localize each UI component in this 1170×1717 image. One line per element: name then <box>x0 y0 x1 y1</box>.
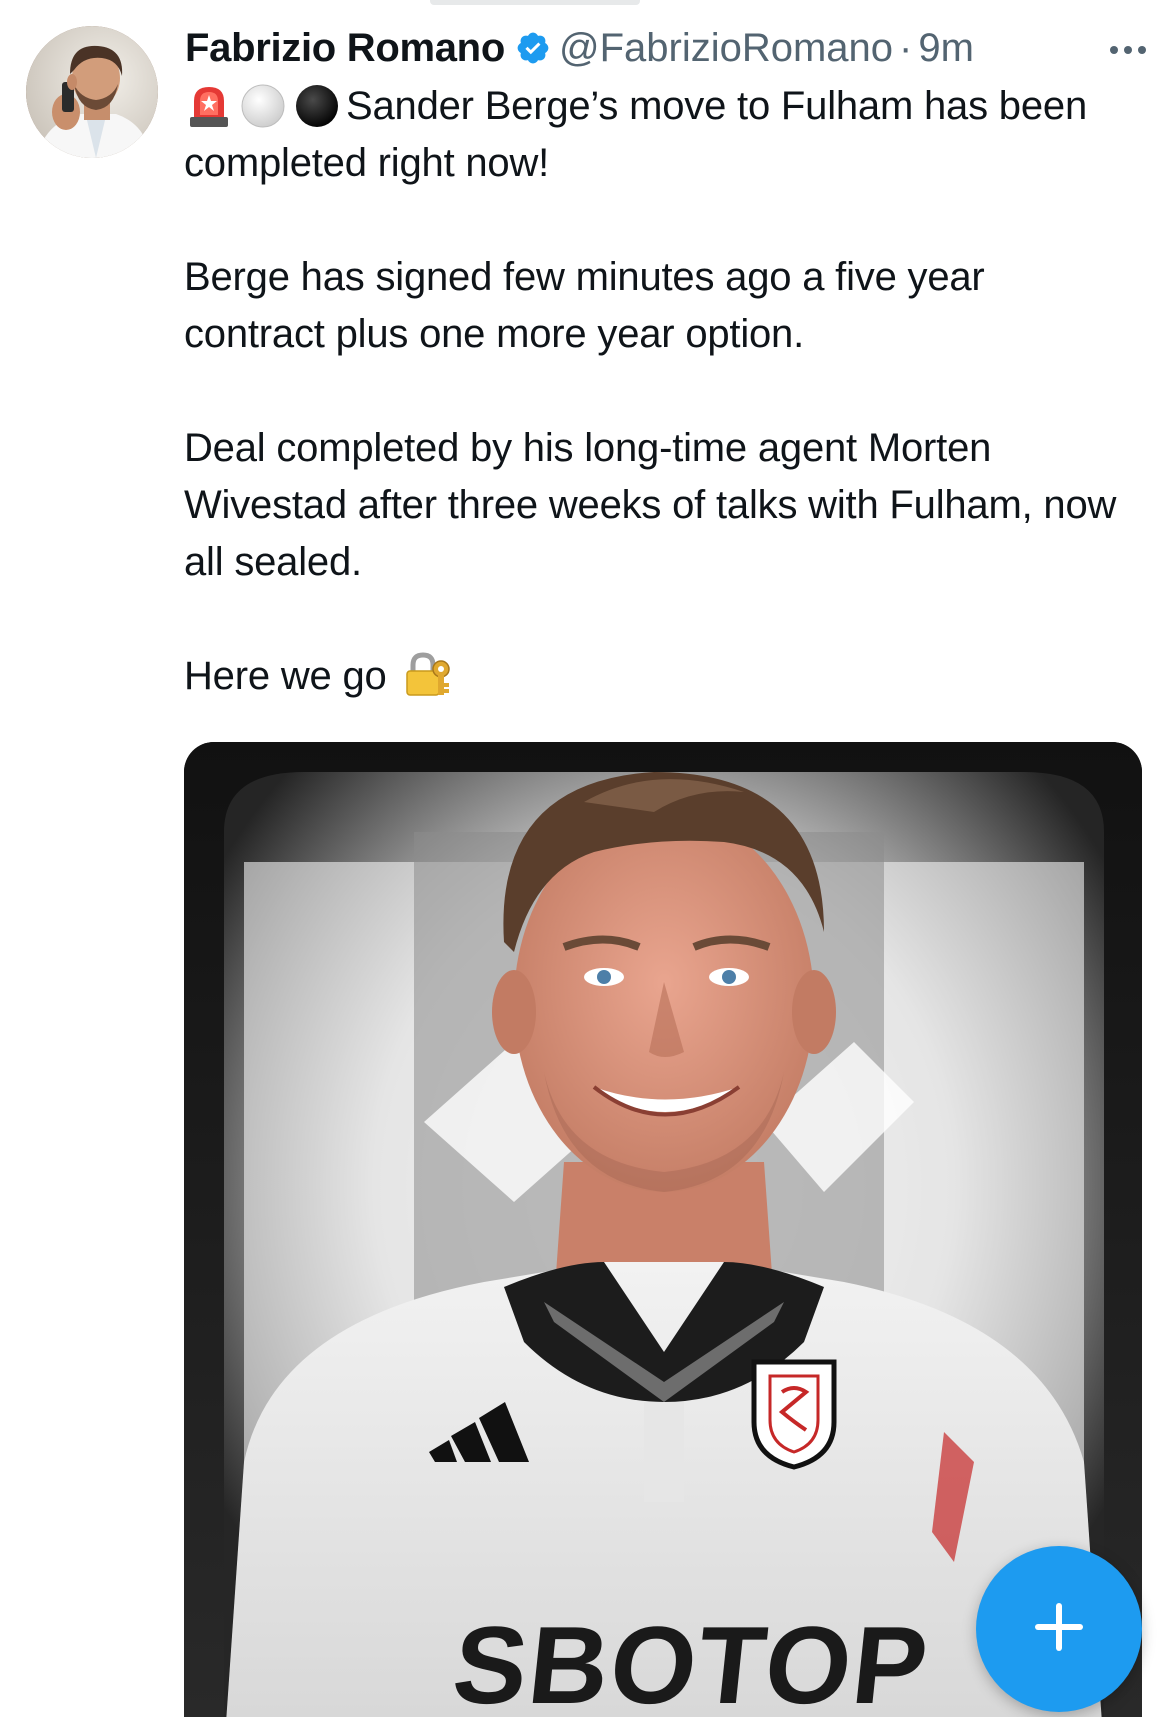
display-name[interactable]: Fabrizio Romano <box>185 26 505 71</box>
more-horizontal-icon[interactable] <box>1104 40 1152 60</box>
timestamp[interactable]: 9m <box>918 26 974 71</box>
tweet-paragraph: Sander Berge’s move to Fulham has been c… <box>184 78 1134 192</box>
separator-dot: · <box>899 25 913 70</box>
white-circle-emoji <box>238 79 288 129</box>
plus-icon <box>1031 1599 1087 1660</box>
tweet-header: Fabrizio Romano @FabrizioRomano · 9m <box>185 20 1145 76</box>
paragraph-text: Here we go <box>184 654 387 698</box>
tweet-screen: Fabrizio Romano @FabrizioRomano · 9m San… <box>0 0 1170 1717</box>
tweet-paragraph: Berge has signed few minutes ago a five … <box>184 255 985 356</box>
sheet-handle <box>430 0 640 5</box>
avatar[interactable] <box>26 26 158 158</box>
tweet-paragraph: Deal completed by his long-time agent Mo… <box>184 426 1117 584</box>
sponsor-text: SBOTOP <box>447 1604 935 1717</box>
verified-badge-icon <box>515 30 551 66</box>
police-light-emoji <box>184 79 234 129</box>
lock-with-key-emoji <box>403 649 453 699</box>
author-handle[interactable]: @FabrizioRomano <box>559 26 893 71</box>
tweet-paragraph: Here we go <box>184 648 1134 705</box>
tweet-text: Sander Berge’s move to Fulham has been c… <box>184 78 1134 705</box>
compose-fab-button[interactable] <box>976 1546 1142 1712</box>
black-circle-emoji <box>292 79 342 129</box>
